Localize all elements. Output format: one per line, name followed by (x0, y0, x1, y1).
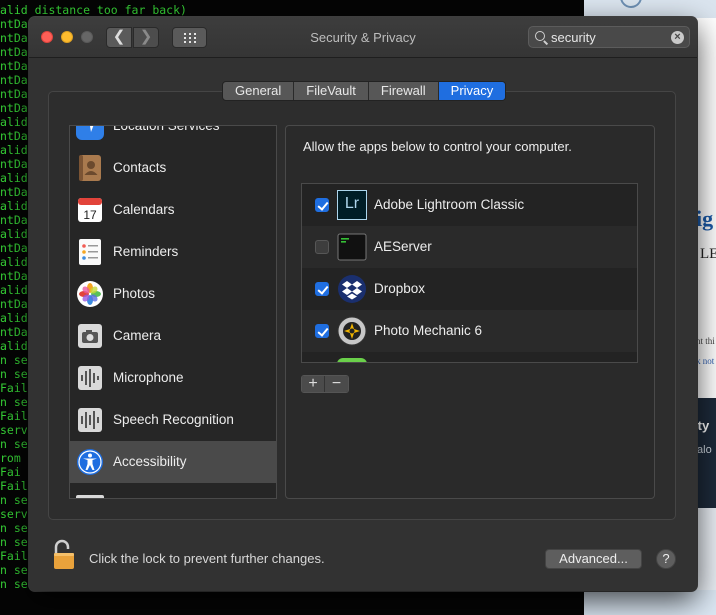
privacy-detail-panel: Allow the apps below to control your com… (285, 125, 655, 499)
app-icon-partial (337, 358, 367, 362)
browser-footer (584, 590, 716, 615)
app-name: AEServer (374, 239, 432, 254)
content-box: Location Services Contacts 17 Calendars (48, 91, 676, 520)
category-camera[interactable]: Camera (70, 315, 276, 357)
contacts-book-icon (79, 155, 101, 181)
grid-icon (184, 33, 196, 43)
app-row[interactable]: AEServer (302, 226, 637, 268)
browser-link-fragment[interactable]: k not (696, 356, 714, 366)
app-name: Dropbox (374, 281, 426, 296)
forward-button[interactable]: ❯ (133, 27, 159, 48)
app-checkbox[interactable] (315, 282, 329, 296)
location-arrow-icon (76, 126, 104, 140)
tab-privacy[interactable]: Privacy (438, 82, 506, 100)
category-photos[interactable]: Photos (70, 273, 276, 315)
category-label: Contacts (113, 160, 167, 175)
category-calendars[interactable]: 17 Calendars (70, 189, 276, 231)
category-label: Camera (113, 328, 162, 343)
show-all-button[interactable] (172, 27, 207, 48)
search-input[interactable] (551, 28, 667, 46)
tab-firewall[interactable]: Firewall (369, 82, 439, 100)
lightroom-icon: Lr (337, 190, 367, 220)
app-checkbox[interactable] (315, 240, 329, 254)
tab-bar: General FileVault Firewall Privacy (222, 81, 507, 101)
category-next-partial[interactable] (70, 483, 276, 498)
category-contacts[interactable]: Contacts (70, 147, 276, 189)
category-accessibility[interactable]: Accessibility (70, 441, 276, 483)
category-microphone[interactable]: Microphone (70, 357, 276, 399)
terminal-app-icon (337, 233, 367, 261)
back-button[interactable]: ❮ (106, 27, 132, 48)
category-reminders[interactable]: Reminders (70, 231, 276, 273)
unlocked-padlock-icon[interactable] (52, 539, 76, 571)
dropbox-icon (338, 275, 366, 303)
category-label: Calendars (113, 202, 175, 217)
category-label: Microphone (113, 370, 184, 385)
title-bar: Security & Privacy ❮ ❯ × (29, 17, 697, 58)
microphone-waveform-icon (78, 366, 102, 390)
add-app-button[interactable]: + (302, 376, 325, 392)
calendar-icon: 17 (78, 198, 102, 222)
remove-app-button[interactable]: − (325, 376, 348, 392)
app-name: Adobe Lightroom Classic (374, 197, 525, 212)
category-speech-recognition[interactable]: Speech Recognition (70, 399, 276, 441)
category-location-services[interactable]: Location Services (70, 125, 276, 147)
browser-text-fragment: nt thi (696, 336, 715, 346)
app-row[interactable] (302, 352, 637, 362)
app-row[interactable]: Photo Mechanic 6 (302, 310, 637, 352)
app-checkbox[interactable] (315, 324, 329, 338)
category-label: Reminders (113, 244, 179, 259)
browser-text-fragment: ig (696, 206, 714, 231)
browser-text-fragment: LE (700, 246, 716, 262)
lock-instructions: Click the lock to prevent further change… (89, 551, 325, 566)
category-label: Accessibility (113, 454, 187, 469)
category-label: Speech Recognition (113, 412, 234, 427)
search-icon (535, 31, 545, 41)
tab-filevault[interactable]: FileVault (294, 82, 369, 100)
category-label: Location Services (113, 125, 220, 133)
security-privacy-window: Security & Privacy ❮ ❯ × Location Servic… (29, 17, 697, 591)
clear-search-icon[interactable]: × (671, 31, 684, 44)
advanced-button[interactable]: Advanced... (545, 549, 642, 569)
terminal-line: alid distance too far back) (0, 3, 187, 17)
reminders-list-icon (79, 239, 101, 265)
app-checkbox[interactable] (315, 198, 329, 212)
help-button[interactable]: ? (656, 549, 676, 569)
app-row[interactable]: Dropbox (302, 268, 637, 310)
app-list[interactable]: Lr Adobe Lightroom Classic AEServer Drop… (301, 183, 638, 363)
app-row[interactable]: Lr Adobe Lightroom Classic (302, 184, 637, 226)
add-remove-control: + − (301, 375, 349, 393)
svg-text:17: 17 (83, 208, 97, 222)
privacy-category-list[interactable]: Location Services Contacts 17 Calendars (69, 125, 277, 499)
category-label: Photos (113, 286, 156, 301)
photo-mechanic-icon (337, 316, 367, 346)
app-name: Photo Mechanic 6 (374, 323, 483, 338)
speech-waveform-icon (78, 408, 102, 432)
tab-general[interactable]: General (223, 82, 295, 100)
next-category-icon (76, 495, 104, 498)
search-field[interactable]: × (528, 26, 690, 48)
camera-icon (78, 324, 102, 348)
photos-flower-icon (77, 281, 103, 307)
panel-heading: Allow the apps below to control your com… (303, 139, 572, 154)
accessibility-icon (77, 449, 103, 475)
